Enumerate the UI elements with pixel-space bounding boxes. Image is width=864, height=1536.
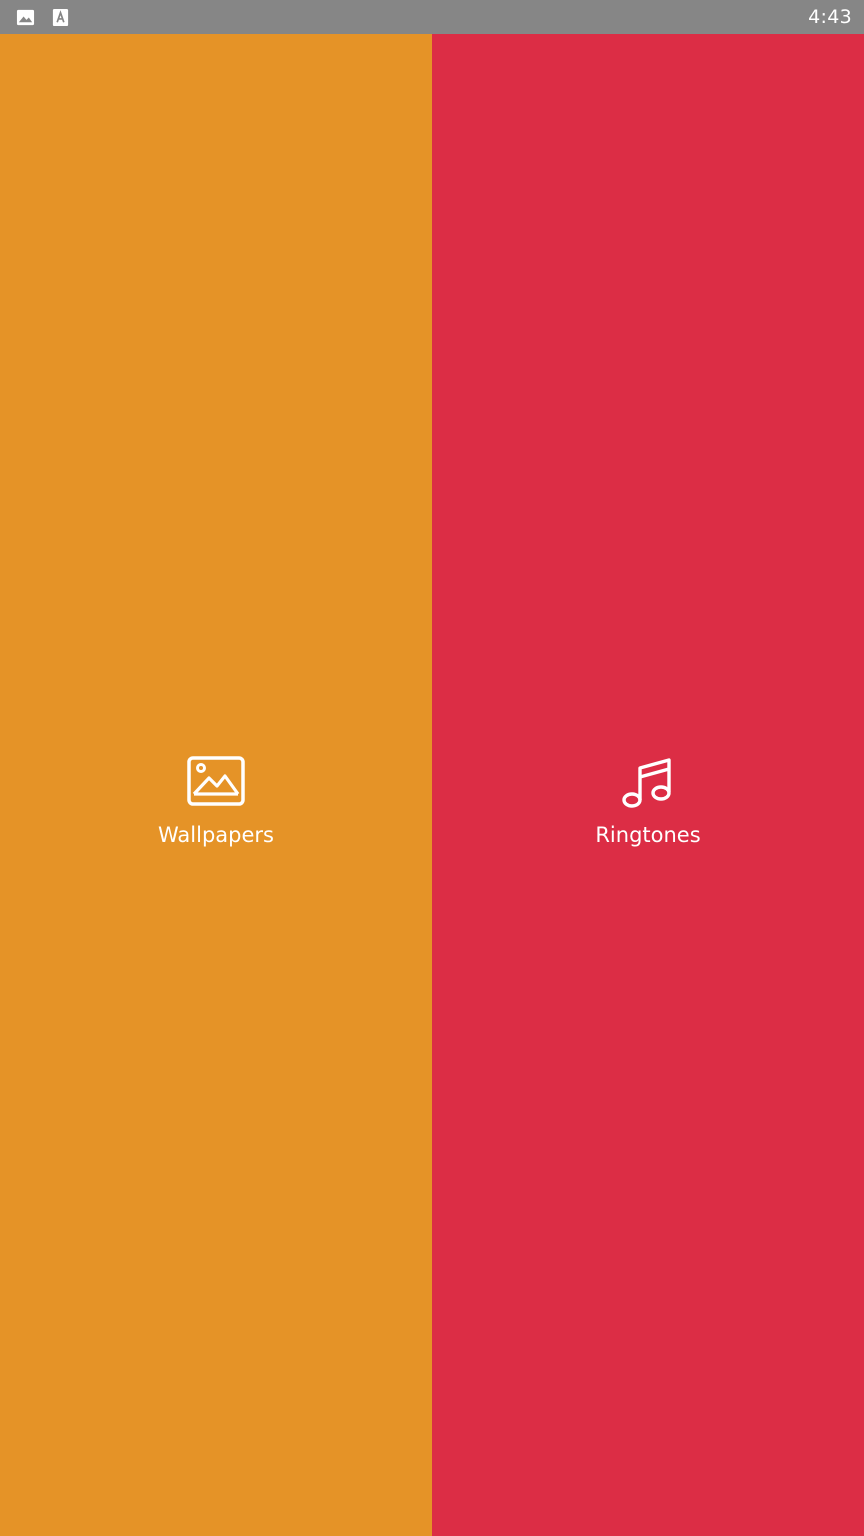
clock: 4:43 (808, 6, 852, 28)
category-panels: Wallpapers Ringtones (0, 34, 864, 1536)
wallpapers-panel[interactable]: Wallpapers (0, 34, 432, 1536)
image-icon (185, 754, 247, 810)
music-note-icon (617, 754, 679, 810)
ringtones-panel[interactable]: Ringtones (432, 34, 864, 1536)
wallpapers-content: Wallpapers (0, 754, 432, 847)
image-notification-icon (16, 8, 35, 27)
ringtones-label: Ringtones (595, 823, 701, 847)
text-notification-icon (51, 8, 70, 27)
ringtones-content: Ringtones (432, 754, 864, 847)
wallpapers-label: Wallpapers (158, 823, 274, 847)
status-bar: 4:43 (0, 0, 864, 34)
